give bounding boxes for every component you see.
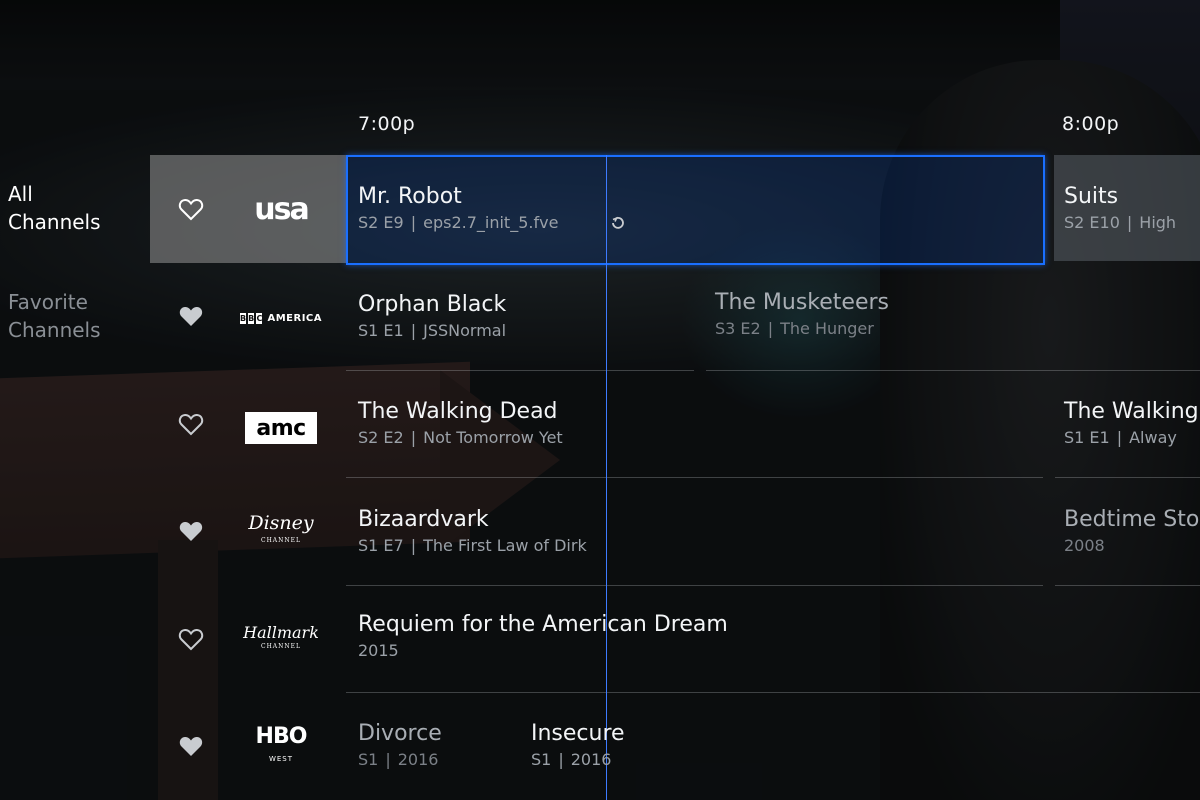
program-suits[interactable]: Suits S2 E10 | High xyxy=(1064,183,1176,234)
usa-logo: usa xyxy=(254,191,309,227)
hallmark-channel-logo: Hallmark CHANNEL xyxy=(243,623,319,651)
row-divider xyxy=(346,477,1043,478)
program-bedtime-stories[interactable]: Bedtime Sto 2008 xyxy=(1064,506,1199,557)
program-the-walking-dead-next[interactable]: The Walking S1 E1 | Alway xyxy=(1064,398,1199,449)
time-slot-8pm: 8:00p xyxy=(1062,113,1120,135)
replay-icon xyxy=(612,216,624,229)
heart-icon[interactable] xyxy=(178,304,204,328)
bbc-america-logo: BBC AMERICA xyxy=(240,312,322,324)
hbo-west-logo: HBO WEST xyxy=(255,724,308,764)
program-insecure[interactable]: Insecure S1 | 2016 xyxy=(531,720,625,771)
nav-all-channels[interactable]: All Channels xyxy=(8,180,101,236)
heart-icon[interactable] xyxy=(178,412,204,436)
disney-channel-logo: Disney CHANNEL xyxy=(248,512,314,545)
row-divider xyxy=(346,692,1200,693)
heart-icon[interactable] xyxy=(178,197,204,221)
program-the-walking-dead[interactable]: The Walking Dead S2 E2 | Not Tomorrow Yet xyxy=(358,398,563,449)
program-bizaardvark[interactable]: Bizaardvark S1 E7 | The First Law of Dirk xyxy=(358,506,587,557)
nav-favorite-channels[interactable]: Favorite Channels xyxy=(8,288,101,344)
time-slot-7pm: 7:00p xyxy=(358,113,416,135)
tv-guide: 7:00p 8:00p All Channels Favorite Channe… xyxy=(0,0,1200,800)
program-orphan-black[interactable]: Orphan Black S1 E1 | JSSNormal xyxy=(358,291,506,342)
row-divider xyxy=(1055,585,1200,586)
program-divorce[interactable]: Divorce S1 | 2016 xyxy=(358,720,442,771)
row-divider xyxy=(1055,477,1200,478)
heart-icon[interactable] xyxy=(178,734,204,758)
heart-icon[interactable] xyxy=(178,627,204,651)
row-divider xyxy=(706,370,1200,371)
program-the-musketeers[interactable]: The Musketeers S3 E2 | The Hunger xyxy=(715,289,889,340)
program-mr-robot[interactable]: Mr. Robot S2 E9 | eps2.7_init_5.fve xyxy=(358,183,558,234)
row-divider xyxy=(346,370,694,371)
program-requiem-american-dream[interactable]: Requiem for the American Dream 2015 xyxy=(358,611,728,662)
amc-logo: amc xyxy=(240,408,322,448)
current-time-line xyxy=(606,155,607,800)
heart-icon[interactable] xyxy=(178,519,204,543)
row-divider xyxy=(346,585,1043,586)
